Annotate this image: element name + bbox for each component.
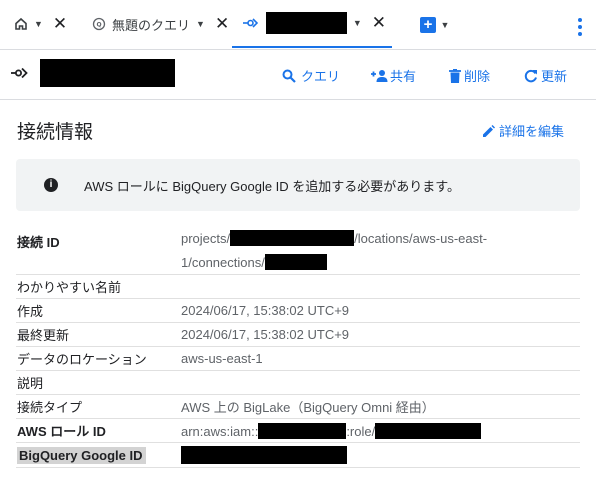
info-notice-text: AWS ロールに BigQuery Google ID を追加する必要があります… (84, 178, 460, 194)
tab-bar: ▼ ✕ Q 無題のクエリ ▼ ✕ ▼ ✕ + ▼ (0, 0, 596, 50)
connection-id-prefix: projects/ (181, 231, 231, 246)
connection-id-location: /locations/aws-us-east- (354, 231, 488, 246)
detail-label: BigQuery Google ID (16, 446, 181, 464)
detail-label: 作成 (17, 304, 44, 319)
data-location-value: aws-us-east-1 (181, 351, 263, 366)
connection-id-value: projects/ /locations/aws-us-east- 1/conne… (181, 226, 487, 275)
tab-list-menu-icon[interactable]: ▼ (436, 0, 454, 49)
close-icon[interactable]: ✕ (372, 13, 386, 33)
aws-role-id-prefix: arn:aws:iam:: (181, 423, 259, 439)
detail-label: データのロケーション (17, 352, 147, 367)
detail-label: 最終更新 (17, 328, 70, 343)
aws-role-id-value: arn:aws:iam:::role/ (181, 422, 482, 439)
detail-row-bigquery-google-id: BigQuery Google ID (16, 443, 580, 468)
detail-row-friendly-name: わかりやすい名前 (16, 275, 580, 299)
redacted-role-name (375, 422, 482, 439)
refresh-button-label: 更新 (541, 69, 568, 84)
tab-connection[interactable]: ▼ ✕ (232, 0, 392, 48)
close-icon[interactable]: ✕ (53, 14, 67, 34)
detail-row-description: 説明 (16, 371, 580, 395)
tab-label: 無題のクエリ (112, 17, 191, 33)
tab-query[interactable]: Q 無題のクエリ ▼ ✕ (84, 0, 232, 48)
last-modified-value: 2024/06/17, 15:38:02 UTC+9 (181, 327, 350, 342)
toolbar: クエリ 共有 削除 更新 (0, 50, 596, 100)
detail-row-connection-type: 接続タイプ AWS 上の BigLake（BigQuery Omni 経由） (16, 395, 580, 419)
detail-label: AWS ロール ID (17, 424, 106, 439)
redacted-connection-name (40, 59, 175, 87)
pencil-icon (482, 124, 496, 138)
aws-role-id-role: :role/ (346, 423, 376, 439)
delete-button-label: 削除 (464, 69, 491, 84)
query-button[interactable]: クエリ (282, 66, 340, 85)
connection-id-connections: 1/connections/ (181, 255, 265, 270)
connection-icon (242, 16, 258, 30)
refresh-button[interactable]: 更新 (524, 66, 567, 85)
refresh-icon (524, 69, 538, 83)
tab-menu-caret-icon[interactable]: ▼ (196, 19, 205, 29)
redacted-connection-id (264, 254, 327, 270)
detail-row-aws-role-id: AWS ロール ID arn:aws:iam:::role/ (16, 419, 580, 443)
person-add-icon (371, 69, 388, 83)
redacted-project-id (230, 230, 355, 246)
redacted-tab-name (266, 12, 347, 34)
more-options-icon[interactable] (578, 18, 582, 36)
info-notice: i AWS ロールに BigQuery Google ID を追加する必要があり… (16, 159, 580, 211)
connection-details-table: 接続 ID projects/ /locations/aws-us-east- 1… (16, 226, 580, 468)
tab-menu-caret-icon[interactable]: ▼ (353, 18, 362, 28)
home-icon (14, 17, 28, 31)
share-button-label: 共有 (390, 69, 417, 84)
share-button[interactable]: 共有 (371, 66, 416, 85)
edit-details-button[interactable]: 詳細を編集 (482, 121, 564, 140)
redacted-google-id (181, 446, 347, 464)
delete-button[interactable]: 削除 (449, 66, 490, 85)
close-icon[interactable]: ✕ (215, 14, 229, 34)
tab-home[interactable]: ▼ ✕ (0, 0, 84, 48)
redacted-aws-account (258, 422, 347, 439)
detail-row-connection-id: 接続 ID projects/ /locations/aws-us-east- 1… (16, 226, 580, 275)
detail-label: 接続タイプ (17, 400, 83, 415)
plus-icon: + (420, 16, 436, 33)
detail-label: わかりやすい名前 (17, 280, 122, 295)
connection-icon (10, 66, 28, 83)
page-title: 接続情報 (17, 122, 94, 143)
query-icon: Q (92, 17, 106, 31)
detail-row-data-location: データのロケーション aws-us-east-1 (16, 347, 580, 371)
detail-label: 説明 (17, 376, 44, 391)
bigquery-google-id-label: BigQuery Google ID (17, 446, 146, 464)
query-button-label: クエリ (301, 69, 341, 84)
add-tab-button[interactable]: + (392, 0, 436, 49)
detail-label: 接続 ID (17, 235, 60, 250)
search-icon (282, 69, 296, 83)
detail-row-created: 作成 2024/06/17, 15:38:02 UTC+9 (16, 299, 580, 323)
tab-menu-caret-icon[interactable]: ▼ (34, 19, 43, 29)
info-icon: i (44, 178, 58, 192)
created-value: 2024/06/17, 15:38:02 UTC+9 (181, 303, 350, 318)
svg-text:Q: Q (96, 22, 101, 29)
detail-row-last-modified: 最終更新 2024/06/17, 15:38:02 UTC+9 (16, 323, 580, 347)
trash-icon (449, 68, 461, 83)
connection-type-value: AWS 上の BigLake（BigQuery Omni 経由） (181, 400, 435, 415)
edit-details-label: 詳細を編集 (499, 124, 565, 139)
